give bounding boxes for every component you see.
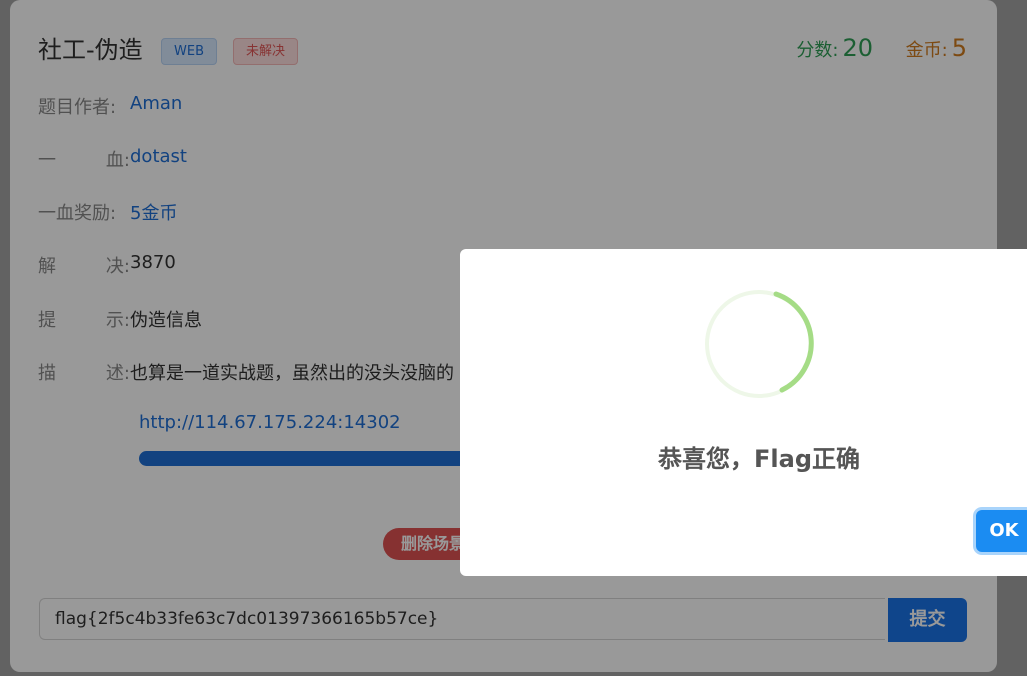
dialog-title: 恭喜您，Flag正确 xyxy=(658,445,860,473)
success-spinner-icon xyxy=(705,290,814,398)
success-dialog: 恭喜您，Flag正确 OK xyxy=(460,249,1027,576)
ok-button[interactable]: OK xyxy=(976,510,1027,552)
